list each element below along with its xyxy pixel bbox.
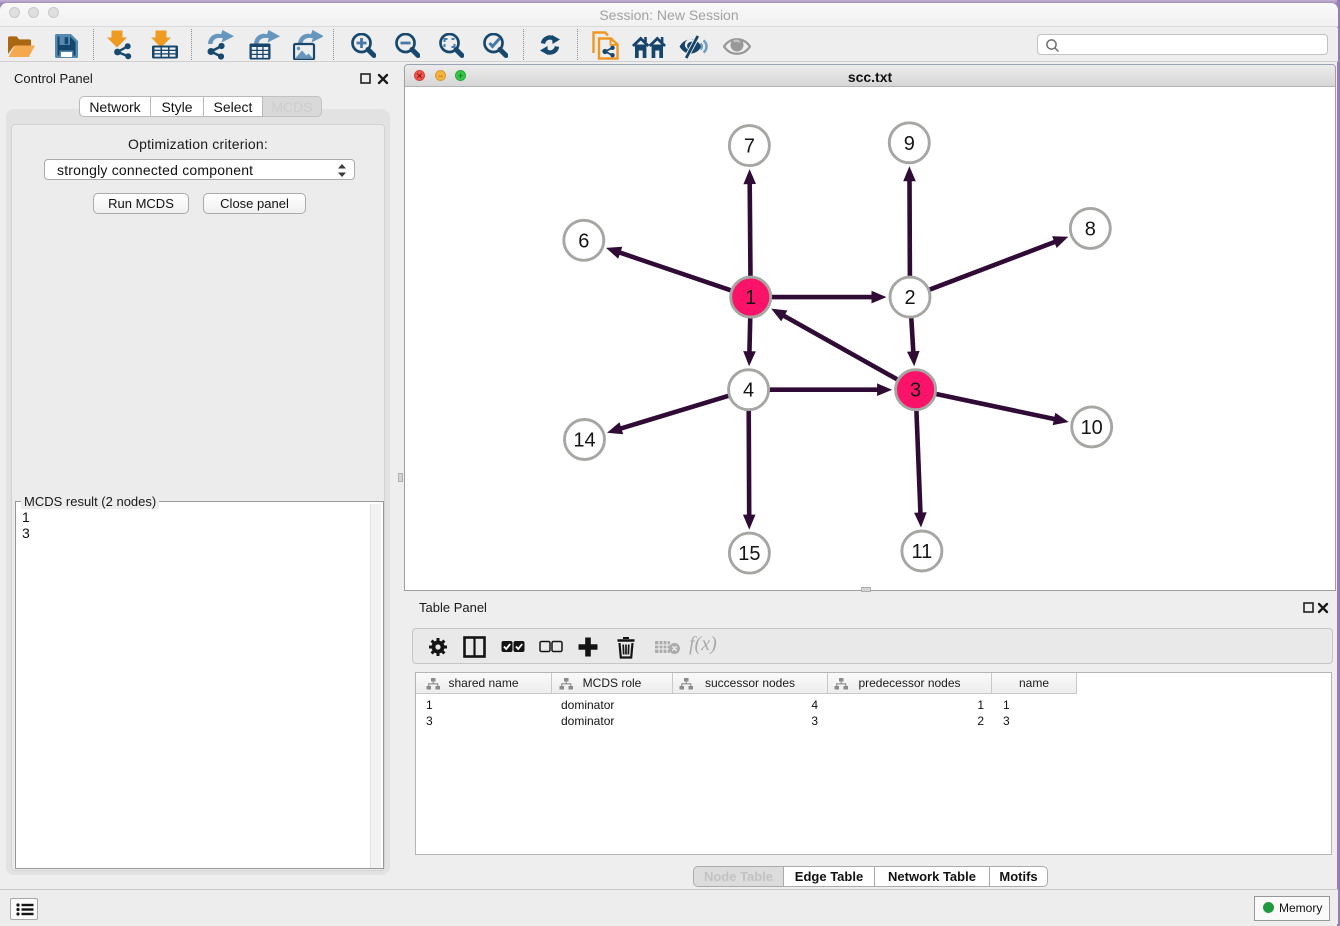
svg-text:7: 7 [744, 136, 755, 158]
svg-text:3: 3 [910, 380, 921, 402]
svg-text:8: 8 [1085, 218, 1096, 240]
svg-text:1: 1 [745, 287, 756, 309]
svg-text:10: 10 [1081, 417, 1103, 439]
svg-text:2: 2 [904, 287, 915, 309]
svg-text:4: 4 [743, 380, 754, 402]
svg-text:11: 11 [912, 541, 933, 563]
svg-text:9: 9 [904, 133, 915, 155]
svg-text:15: 15 [738, 543, 760, 565]
svg-text:14: 14 [573, 430, 595, 452]
svg-text:6: 6 [578, 230, 589, 252]
